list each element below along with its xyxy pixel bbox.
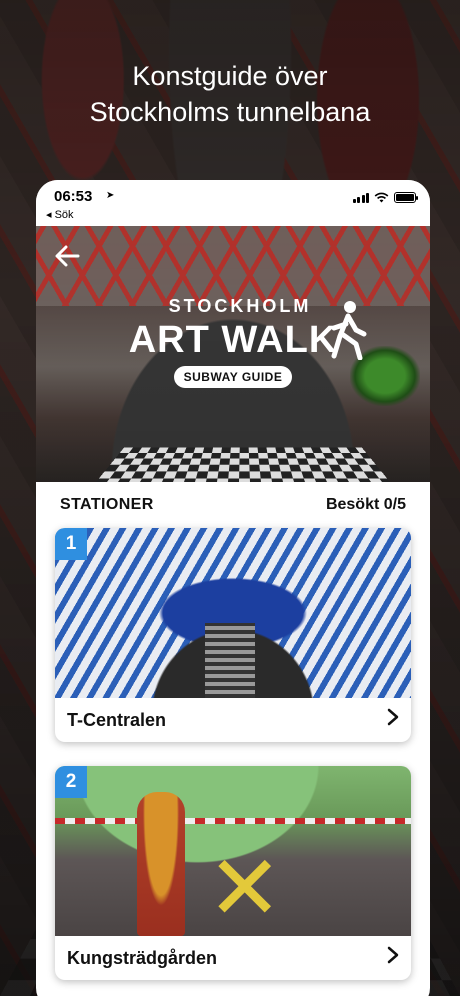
station-card-kungstradgarden[interactable]: ✕ 2 Kungsträdgården — [55, 766, 411, 980]
battery-icon — [394, 192, 418, 203]
station-image: ✕ 2 — [55, 766, 411, 936]
hero-checkered-floor — [96, 447, 390, 482]
station-number-badge: 1 — [55, 528, 87, 560]
logo-line1: STOCKHOLM — [168, 296, 312, 316]
walker-icon — [331, 301, 367, 360]
visited-count: Besökt 0/5 — [325, 496, 406, 513]
phone-screen: 06:53 ➤ ◂ Sök STOCKHOLM ART WALK SUBWAY … — [36, 180, 430, 996]
art-walk-logo: STOCKHOLM ART WALK SUBWAY GUIDE — [36, 296, 430, 388]
red-white-rail — [55, 818, 411, 824]
back-to-app-link[interactable]: ◂ Sök — [46, 208, 74, 221]
hero-ceiling-tiles — [36, 226, 430, 306]
status-time: 06:53 — [54, 188, 93, 205]
chevron-right-icon — [387, 946, 399, 970]
headline-line2: Stockholms tunnelbana — [89, 97, 371, 127]
station-card-footer: T-Centralen — [55, 698, 411, 742]
hero-banner: STOCKHOLM ART WALK SUBWAY GUIDE — [36, 226, 430, 482]
station-card-footer: Kungsträdgården — [55, 936, 411, 980]
station-name: T-Centralen — [67, 709, 167, 730]
headline: Konstguide över Stockholms tunnelbana — [0, 58, 460, 130]
chevron-right-icon — [387, 708, 399, 732]
stations-header: STATIONER Besökt 0/5 — [36, 482, 430, 528]
station-number-badge: 2 — [55, 766, 87, 798]
escalator-graphic — [205, 623, 255, 698]
x-sculpture-graphic: ✕ — [207, 839, 283, 936]
headline-line1: Konstguide över — [132, 61, 328, 91]
status-icons — [352, 192, 418, 203]
statue-graphic — [137, 792, 185, 936]
location-arrow-icon: ➤ — [106, 190, 115, 201]
logo-line2: ART WALK — [128, 319, 338, 361]
signal-icon — [352, 192, 369, 203]
station-image: 1 — [55, 528, 411, 698]
station-name: Kungsträdgården — [67, 947, 218, 968]
subway-guide-badge: SUBWAY GUIDE — [173, 366, 293, 388]
stations-title: STATIONER — [60, 496, 154, 513]
back-arrow-icon[interactable] — [54, 244, 80, 273]
station-card-t-centralen[interactable]: 1 T-Centralen — [55, 528, 411, 742]
status-bar: 06:53 ➤ ◂ Sök — [36, 180, 430, 226]
wifi-icon — [374, 192, 389, 203]
